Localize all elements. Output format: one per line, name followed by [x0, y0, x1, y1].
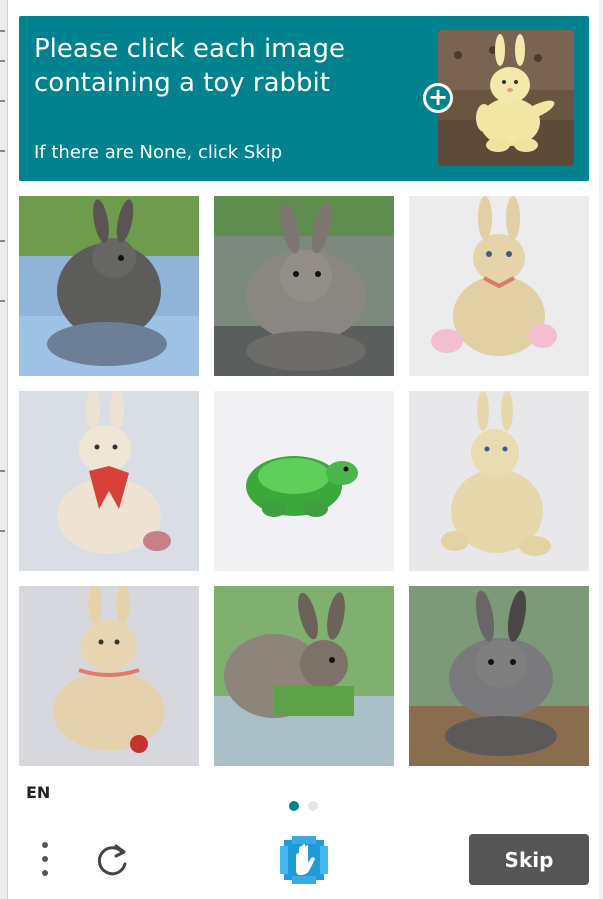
grid-tile-7[interactable]	[19, 586, 199, 766]
page-dot-inactive	[308, 801, 319, 811]
toy-rabbit-image	[409, 391, 589, 571]
toy-turtle-image	[214, 391, 394, 571]
toy-rabbit-image	[409, 196, 589, 376]
language-selector[interactable]: EN	[26, 783, 50, 802]
grid-tile-1[interactable]	[19, 196, 199, 376]
grid-tile-5[interactable]	[214, 391, 394, 571]
toy-rabbit-image	[19, 586, 199, 766]
skip-button[interactable]: Skip	[469, 834, 589, 885]
challenge-subprompt: If there are None, click Skip	[34, 142, 283, 163]
grid-tile-6[interactable]	[409, 391, 589, 571]
example-image	[438, 30, 574, 166]
background-window-edge	[0, 0, 8, 899]
real-rabbit-image	[19, 196, 199, 376]
grid-tile-9[interactable]	[409, 586, 589, 766]
challenge-prompt: Please click each image containing a toy…	[34, 34, 345, 98]
vertical-dots-icon[interactable]	[36, 842, 56, 878]
grid-tile-4[interactable]	[19, 391, 199, 571]
real-rabbit-image	[214, 586, 394, 766]
page-dot-active	[289, 801, 299, 811]
grid-tile-3[interactable]	[409, 196, 589, 376]
pagination-dots	[289, 796, 322, 815]
scrollbar-track	[599, 0, 603, 899]
hcaptcha-hand-logo[interactable]	[278, 836, 330, 884]
refresh-icon[interactable]	[92, 840, 132, 880]
challenge-header: Please click each image containing a toy…	[19, 16, 589, 181]
image-grid	[19, 196, 589, 766]
real-rabbit-image	[409, 586, 589, 766]
add-example-icon: +	[423, 83, 453, 113]
grid-tile-2[interactable]	[214, 196, 394, 376]
grid-tile-8[interactable]	[214, 586, 394, 766]
real-rabbit-image	[214, 196, 394, 376]
toy-rabbit-image	[19, 391, 199, 571]
